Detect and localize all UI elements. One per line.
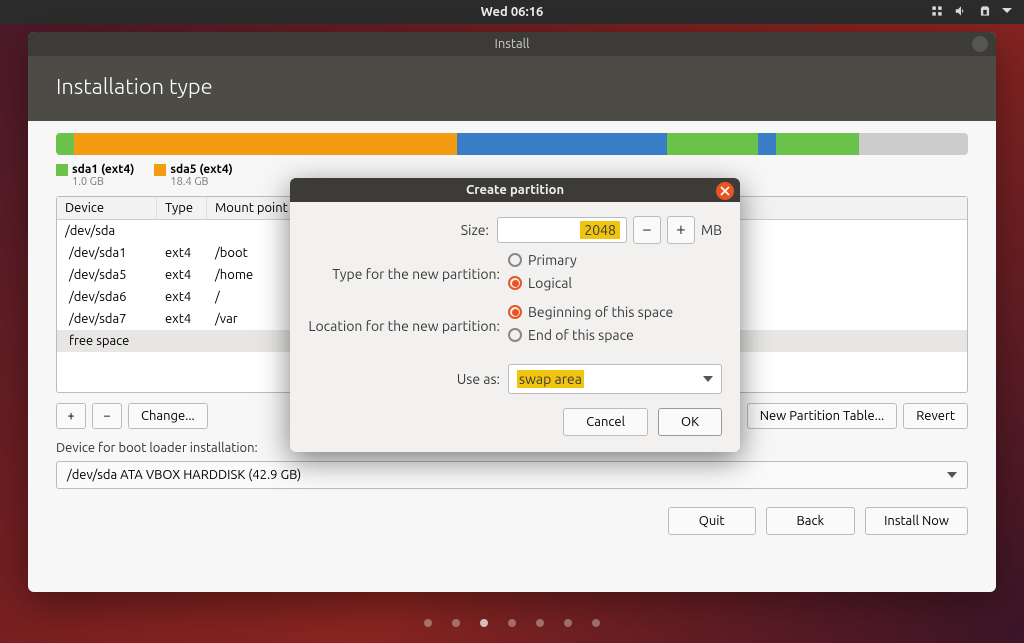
revert-button[interactable]: Revert — [903, 403, 968, 429]
useas-select[interactable]: swap area — [508, 364, 722, 394]
chevron-down-icon — [947, 472, 957, 478]
chevron-down-icon — [703, 376, 713, 382]
page-heading: Installation type — [28, 56, 996, 121]
col-device: Device — [57, 197, 157, 219]
window-title: Install — [495, 37, 530, 51]
system-tray — [930, 4, 1012, 21]
network-icon[interactable] — [930, 4, 944, 21]
clock: Wed 06:16 — [481, 5, 544, 19]
dropdown-icon[interactable] — [1002, 5, 1012, 19]
quit-button[interactable]: Quit — [668, 507, 756, 535]
installer-titlebar: Install — [28, 32, 996, 56]
size-decrement-button[interactable]: − — [633, 216, 661, 244]
size-input[interactable]: 2048 — [497, 217, 627, 243]
type-label: Type for the new partition: — [308, 266, 508, 282]
useas-label: Use as: — [308, 371, 508, 387]
radio-primary[interactable]: Primary — [508, 252, 577, 268]
back-button[interactable]: Back — [766, 507, 856, 535]
close-icon[interactable] — [972, 36, 988, 52]
install-now-button[interactable]: Install Now — [865, 507, 968, 535]
top-menu-bar: Wed 06:16 — [0, 0, 1024, 24]
radio-logical[interactable]: Logical — [508, 275, 572, 291]
slideshow-dots — [424, 619, 600, 627]
legend-item-sda5: sda5 (ext4) 18.4 GB — [154, 163, 232, 188]
add-partition-button[interactable]: + — [56, 403, 86, 429]
radio-location-beginning[interactable]: Beginning of this space — [508, 304, 673, 320]
col-type: Type — [157, 197, 207, 219]
location-label: Location for the new partition: — [308, 318, 508, 334]
cancel-button[interactable]: Cancel — [563, 408, 648, 436]
change-partition-button[interactable]: Change... — [128, 403, 208, 429]
bootloader-select[interactable]: /dev/sda ATA VBOX HARDDISK (42.9 GB) — [56, 461, 968, 489]
battery-icon[interactable] — [978, 4, 992, 21]
size-label: Size: — [308, 222, 497, 238]
size-increment-button[interactable]: + — [667, 216, 695, 244]
volume-icon[interactable] — [954, 4, 968, 21]
radio-location-end[interactable]: End of this space — [508, 327, 634, 343]
dialog-titlebar: Create partition — [290, 178, 740, 202]
legend-item-sda1: sda1 (ext4) 1.0 GB — [56, 163, 134, 188]
size-unit: MB — [701, 222, 722, 238]
dialog-close-button[interactable] — [716, 182, 734, 200]
create-partition-dialog: Create partition Size: 2048 − + MB Type … — [290, 178, 740, 452]
remove-partition-button[interactable]: − — [92, 403, 122, 429]
ok-button[interactable]: OK — [658, 408, 722, 436]
partition-usage-bar — [56, 133, 968, 155]
new-partition-table-button[interactable]: New Partition Table... — [747, 403, 898, 429]
